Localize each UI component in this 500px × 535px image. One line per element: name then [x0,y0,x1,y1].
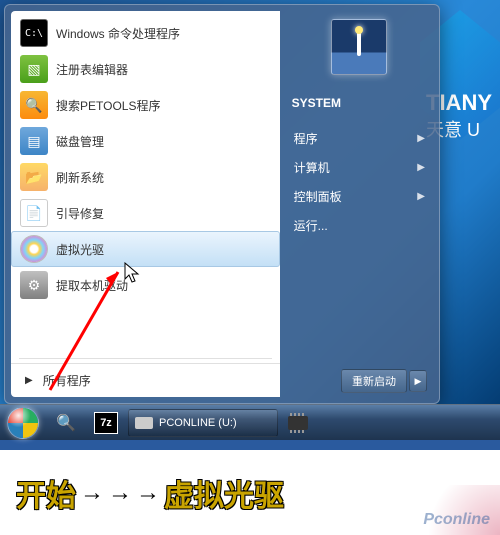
power-row: 重新启动 ▶ [292,369,427,393]
7z-icon: 7z [94,412,118,434]
magnifier-icon: 🔍 [54,412,78,434]
driver-icon: ⚙ [20,271,48,299]
chevron-right-icon: ▶ [417,162,425,173]
search-icon: 🔍 [20,91,48,119]
disk-icon: ▤ [20,127,48,155]
program-label: 虚拟光驱 [56,241,104,258]
caption-bar: 开始 → → → 虚拟光驱 Pconline [0,450,500,535]
right-item-label: 程序 [294,130,318,147]
arrow-right-icon: → [136,479,160,507]
desktop-background: TIANY 天意 U C:\ Windows 命令处理程序 ▧ 注册表编辑器 🔍… [0,0,500,440]
triangle-right-icon: ▶ [25,375,33,386]
restart-button[interactable]: 重新启动 [341,369,407,393]
right-item-label: 计算机 [294,159,330,176]
start-menu-right-panel: SYSTEM 程序 ▶ 计算机 ▶ 控制面板 ▶ 运行... 重新启动 ▶ [280,5,439,403]
taskbar-button-label: PCONLINE (U:) [159,417,237,429]
caption-part1: 开始 [16,471,76,515]
program-label: 磁盘管理 [56,133,104,150]
program-item-boot-repair[interactable]: 📄 引导修复 [11,195,280,231]
separator [19,358,272,359]
program-label: Windows 命令处理程序 [56,25,180,42]
taskbar-button-drive[interactable]: PCONLINE (U:) [128,409,278,437]
program-label: 搜索PETOOLS程序 [56,97,160,114]
caption-part2: 虚拟光驱 [164,471,284,515]
program-item-cmd[interactable]: C:\ Windows 命令处理程序 [11,15,280,51]
folder-icon: 📂 [20,163,48,191]
program-label: 引导修复 [56,205,104,222]
right-item-computer[interactable]: 计算机 ▶ [292,153,427,182]
program-label: 刷新系统 [56,169,104,186]
start-menu-left-panel: C:\ Windows 命令处理程序 ▧ 注册表编辑器 🔍 搜索PETOOLS程… [11,11,280,397]
cd-icon [20,235,48,263]
program-item-virtual-cd[interactable]: 虚拟光驱 [11,231,280,267]
taskbar-quicklaunch-search[interactable]: 🔍 [48,409,84,437]
all-programs-button[interactable]: ▶ 所有程序 [11,363,280,397]
chevron-right-icon: ▶ [417,133,425,144]
right-item-run[interactable]: 运行... [292,211,427,240]
taskbar: 🔍 7z PCONLINE (U:) [0,404,500,440]
program-item-refresh[interactable]: 📂 刷新系统 [11,159,280,195]
user-name: SYSTEM [292,93,427,124]
program-label: 提取本机驱动 [56,277,128,294]
document-icon: 📄 [20,199,48,227]
right-item-control-panel[interactable]: 控制面板 ▶ [292,182,427,211]
program-list: C:\ Windows 命令处理程序 ▧ 注册表编辑器 🔍 搜索PETOOLS程… [11,11,280,354]
chip-icon [288,416,308,430]
windows-logo-icon [7,407,39,439]
arrow-right-icon: → [80,479,104,507]
program-item-extract-drivers[interactable]: ⚙ 提取本机驱动 [11,267,280,303]
all-programs-label: 所有程序 [43,372,91,389]
right-item-label: 控制面板 [294,188,342,205]
watermark-text: Pconline [423,511,490,529]
right-item-label: 运行... [294,217,328,234]
program-label: 注册表编辑器 [56,61,128,78]
program-item-regedit[interactable]: ▧ 注册表编辑器 [11,51,280,87]
drive-icon [135,417,153,429]
program-item-disk-mgmt[interactable]: ▤ 磁盘管理 [11,123,280,159]
arrow-right-icon: → [108,479,132,507]
chevron-right-icon: ▶ [417,191,425,202]
taskbar-quicklaunch-7z[interactable]: 7z [88,409,124,437]
start-menu: C:\ Windows 命令处理程序 ▧ 注册表编辑器 🔍 搜索PETOOLS程… [4,4,440,404]
taskbar-tray-chip[interactable] [282,409,314,437]
program-item-search-petools[interactable]: 🔍 搜索PETOOLS程序 [11,87,280,123]
cube-icon: ▧ [20,55,48,83]
cmd-icon: C:\ [20,19,48,47]
power-options-button[interactable]: ▶ [409,370,427,392]
right-item-programs[interactable]: 程序 ▶ [292,124,427,153]
user-picture[interactable] [331,19,387,75]
caption-text: 开始 → → → 虚拟光驱 [16,471,284,515]
start-button[interactable] [0,405,46,441]
